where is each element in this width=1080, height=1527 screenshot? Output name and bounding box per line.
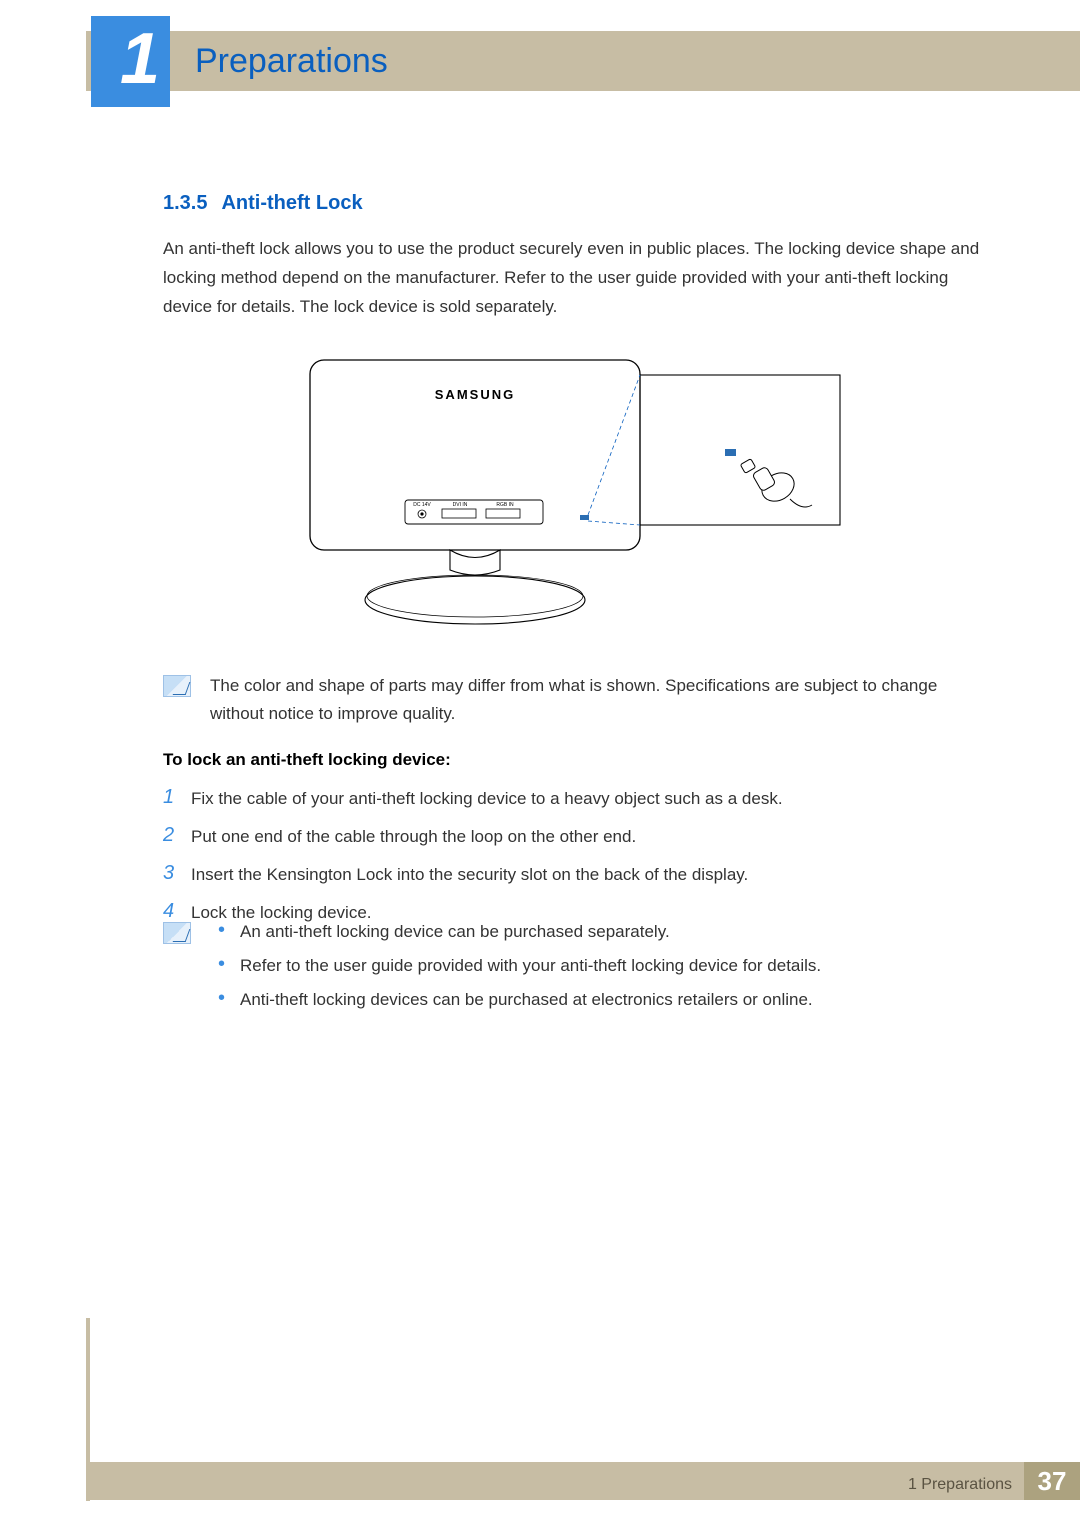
svg-text:DVI IN: DVI IN (453, 502, 468, 508)
procedure-steps: 1Fix the cable of your anti-theft lockin… (163, 786, 995, 938)
svg-text:DC 14V: DC 14V (413, 502, 431, 508)
procedure-heading: To lock an anti-theft locking device: (163, 750, 451, 770)
lock-figure: SAMSUNG DC 14V DVI IN RGB IN (300, 355, 850, 635)
section-title: Anti-theft Lock (221, 192, 362, 214)
chapter-number: 1 (91, 16, 170, 107)
section-heading: 1.3.5 Anti-theft Lock (163, 192, 363, 215)
note-list: •An anti-theft locking device can be pur… (218, 920, 995, 1022)
step: 3Insert the Kensington Lock into the sec… (163, 862, 995, 887)
note-icon (163, 922, 191, 944)
figure-brand: SAMSUNG (435, 387, 515, 402)
step: 2Put one end of the cable through the lo… (163, 824, 995, 849)
section-number: 1.3.5 (163, 192, 207, 214)
footer-label: 1 Preparations (908, 1476, 1012, 1494)
svg-text:RGB IN: RGB IN (496, 502, 514, 508)
note-text: The color and shape of parts may differ … (210, 672, 995, 728)
list-item: •An anti-theft locking device can be pur… (218, 920, 995, 944)
intro-paragraph: An anti-theft lock allows you to use the… (163, 234, 995, 321)
page-number: 37 (1024, 1462, 1080, 1500)
step: 1Fix the cable of your anti-theft lockin… (163, 786, 995, 811)
note-icon (163, 675, 191, 697)
chapter-title: Preparations (195, 31, 388, 91)
list-item: •Refer to the user guide provided with y… (218, 954, 995, 978)
list-item: •Anti-theft locking devices can be purch… (218, 988, 995, 1012)
